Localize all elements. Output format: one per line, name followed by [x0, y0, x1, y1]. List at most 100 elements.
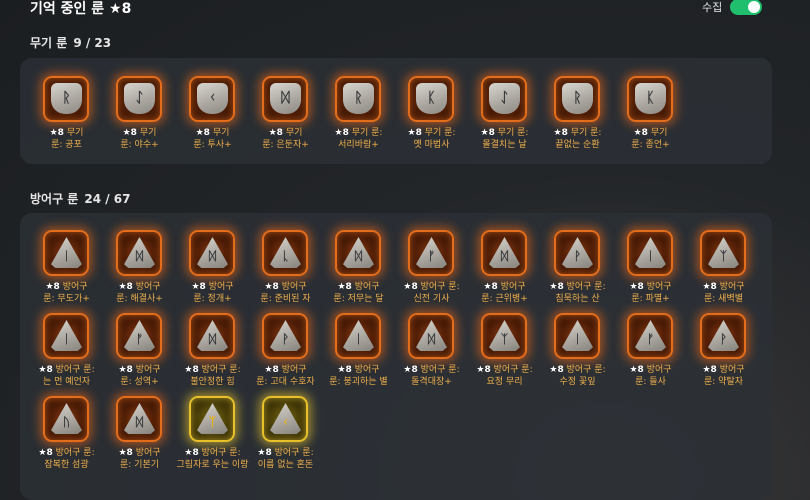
- weapon-rune-card[interactable]: ᚱ ★8 무기 룬: 공포: [30, 72, 103, 155]
- rune-star-level: ★8: [403, 365, 418, 375]
- rune-label: ★8 방어구 룬: 는 먼 예언자: [30, 364, 103, 388]
- rune-label-line2: 룬: 무도가+: [43, 294, 90, 304]
- page-title: 기억 중인 룬 ★8: [30, 1, 132, 17]
- top-bar: 기억 중인 룬 ★8 수집: [0, 0, 810, 22]
- rune-stone-icon: ᛇ: [124, 83, 155, 114]
- rune-star-level: ★8: [407, 128, 422, 138]
- rune-label: ★8 방어구 룬: 저무는 달: [322, 281, 395, 305]
- rune-label-line2: 룬: 준비된 자: [260, 294, 311, 304]
- rune-slot: ᛞ: [189, 230, 235, 276]
- armor-rune-card[interactable]: ᚠ ★8 방어구 룬: 신전 기사: [395, 226, 468, 309]
- rune-label-line1: 방어구: [135, 448, 161, 458]
- rune-star-level: ★8: [195, 128, 210, 138]
- armor-rune-card[interactable]: ᛞ ★8 방어구 룬: 불안정한 힘: [176, 309, 249, 392]
- rune-slot: ᛞ: [481, 230, 527, 276]
- armor-rune-card[interactable]: ᛞ ★8 방어구 룬: 기본기: [103, 392, 176, 475]
- rune-star-level: ★8: [549, 282, 564, 292]
- armor-rune-card[interactable]: ᛞ ★8 방어구 룬: 정개+: [176, 226, 249, 309]
- rune-label-line1: 방어구 룬:: [55, 365, 95, 375]
- rune-star-level: ★8: [264, 282, 279, 292]
- rune-stone-icon: ᛞ: [416, 320, 447, 351]
- rune-glyph: ᛞ: [427, 332, 436, 346]
- armor-rune-card[interactable]: ᛁ ★8 방어구 룬: 무도가+: [30, 226, 103, 309]
- weapon-rune-card[interactable]: ᛕ ★8 무기 룬: 종언+: [614, 72, 687, 155]
- armor-rune-grid: ᛁ ★8 방어구 룬: 무도가+ ᛞ ★8 방어구 룬: 해결사+ ᛞ ★8 방어구 룬: 정개…: [30, 226, 760, 475]
- rune-slot: ᛇ: [481, 76, 527, 122]
- armor-rune-card[interactable]: ᛞ ★8 방어구 룬: 저무는 달: [322, 226, 395, 309]
- rune-star-level: ★8: [264, 365, 279, 375]
- rune-star-level: ★8: [480, 128, 495, 138]
- rune-label-line1: 무기: [212, 128, 230, 138]
- rune-stone-icon: ᚢ: [51, 403, 82, 434]
- armor-rune-card[interactable]: ᛞ ★8 방어구 룬: 해결사+: [103, 226, 176, 309]
- rune-slot: ᛞ: [262, 76, 308, 122]
- rune-star-level: ★8: [38, 365, 53, 375]
- rune-label: ★8 방어구 룬: 기본기: [103, 447, 176, 471]
- armor-rune-card[interactable]: ᛁ ★8 방어구 룬: 파멸+: [614, 226, 687, 309]
- rune-slot: ᛞ: [189, 313, 235, 359]
- rune-glyph: ᛞ: [135, 415, 144, 429]
- armor-rune-card[interactable]: ᛉ ★8 방어구 룬: 그림자로 우는 이랑: [176, 392, 249, 475]
- rune-stone-icon: ᛞ: [124, 237, 155, 268]
- weapon-rune-card[interactable]: ᛇ ★8 무기 룬: 야수+: [103, 72, 176, 155]
- collect-toggle-group[interactable]: 수집: [702, 0, 763, 15]
- armor-rune-card[interactable]: ᛉ ★8 방어구 룬: 새벽별: [687, 226, 760, 309]
- armor-rune-card[interactable]: ᚹ ★8 방어구 룬: 침묵하는 산: [541, 226, 614, 309]
- rune-star-level: ★8: [38, 448, 53, 458]
- weapon-rune-grid: ᚱ ★8 무기 룬: 공포 ᛇ ★8 무기 룬: 야수+ ᚲ ★8 무기 룬: 투사+ ᛞ ★8 무…: [30, 72, 760, 155]
- rune-label-line1: 방어구: [719, 365, 745, 375]
- rune-label-line2: 룬: 공포: [51, 140, 82, 150]
- rune-label: ★8 방어구 룬: 잠복한 섬광: [30, 447, 103, 471]
- rune-glyph: ᛁ: [62, 332, 71, 346]
- collect-toggle[interactable]: [730, 0, 763, 15]
- rune-stone-icon: ᛁ: [343, 320, 374, 351]
- armor-rune-card[interactable]: ᚳ ★8 방어구 룬: 준비된 자: [249, 226, 322, 309]
- rune-stone-icon: ᚲ: [197, 83, 228, 114]
- armor-rune-card[interactable]: ᚹ ★8 방어구 룬: 약탈자: [687, 309, 760, 392]
- rune-slot: ᚠ: [116, 313, 162, 359]
- rune-label: ★8 무기 룬: 야수+: [103, 127, 176, 151]
- rune-glyph: ᚠ: [427, 249, 436, 263]
- weapon-rune-card[interactable]: ᛞ ★8 무기 룬: 은둔자+: [249, 72, 322, 155]
- armor-rune-card[interactable]: ᚢ ★8 방어구 룬: 잠복한 섬광: [30, 392, 103, 475]
- rune-star-level: ★8: [553, 128, 568, 138]
- armor-rune-card[interactable]: ᛞ ★8 방어구 룬: 돌격대장+: [395, 309, 468, 392]
- armor-rune-card[interactable]: ᛁ ★8 방어구 룬: 수정 꽃잎: [541, 309, 614, 392]
- weapon-rune-card[interactable]: ᚱ ★8 무기 룬: 서리바람+: [322, 72, 395, 155]
- rune-label-line1: 무기 룬:: [570, 128, 602, 138]
- rune-label-line1: 방어구 룬:: [420, 282, 460, 292]
- weapon-heading-label: 무기 룬: [30, 36, 68, 50]
- rune-slot: ᛇ: [116, 76, 162, 122]
- rune-glyph: ᛉ: [719, 249, 728, 263]
- rune-label-line2: 룬: 파멸+: [631, 294, 670, 304]
- weapon-rune-card[interactable]: ᚱ ★8 무기 룬: 끝없는 순환: [541, 72, 614, 155]
- rune-slot: ᛞ: [335, 230, 381, 276]
- rune-label-line2: 이름 없는 혼돈: [257, 460, 314, 470]
- armor-rune-card[interactable]: ᛉ ★8 방어구 룬: 요정 무리: [468, 309, 541, 392]
- rune-label: ★8 방어구 룬: 신전 기사: [395, 281, 468, 305]
- rune-stone-icon: ᚱ: [343, 83, 374, 114]
- rune-label-line2: 옛 마법사: [413, 140, 450, 150]
- armor-rune-card[interactable]: ᛁ ★8 방어구 룬: 붕괴하는 별: [322, 309, 395, 392]
- rune-glyph: ᚱ: [62, 90, 71, 106]
- rune-label-line1: 방어구 룬:: [493, 365, 533, 375]
- rune-label: ★8 방어구 룬: 파멸+: [614, 281, 687, 305]
- rune-label: ★8 무기 룬: 몰결치는 날: [468, 127, 541, 151]
- rune-stone-icon: ᚱ: [562, 83, 593, 114]
- armor-rune-card[interactable]: ᚹ ★8 방어구 룬: 고대 수호자: [249, 309, 322, 392]
- rune-label-line2: 그림자로 우는 이랑: [176, 460, 249, 470]
- rune-slot: ᚱ: [335, 76, 381, 122]
- weapon-rune-card[interactable]: ᛇ ★8 무기 룬: 몰결치는 날: [468, 72, 541, 155]
- armor-rune-card[interactable]: ᛞ ★8 방어구 룬: 근위병+: [468, 226, 541, 309]
- rune-label: ★8 방어구 룬: 무도가+: [30, 281, 103, 305]
- rune-stone-icon: ᛉ: [197, 403, 228, 434]
- rune-label-line1: 무기 룬:: [424, 128, 456, 138]
- armor-rune-card[interactable]: ᚠ ★8 방어구 룬: 들사: [614, 309, 687, 392]
- armor-rune-card[interactable]: ᚲ ★8 방어구 룬: 이름 없는 혼돈: [249, 392, 322, 475]
- armor-rune-card[interactable]: ᚠ ★8 방어구 룬: 성역+: [103, 309, 176, 392]
- weapon-rune-card[interactable]: ᚲ ★8 무기 룬: 투사+: [176, 72, 249, 155]
- rune-label-line1: 방어구 룬:: [274, 448, 314, 458]
- armor-rune-card[interactable]: ᛁ ★8 방어구 룬: 는 먼 예언자: [30, 309, 103, 392]
- rune-label-line2: 서리바람+: [338, 140, 379, 150]
- weapon-rune-card[interactable]: ᛕ ★8 무기 룬: 옛 마법사: [395, 72, 468, 155]
